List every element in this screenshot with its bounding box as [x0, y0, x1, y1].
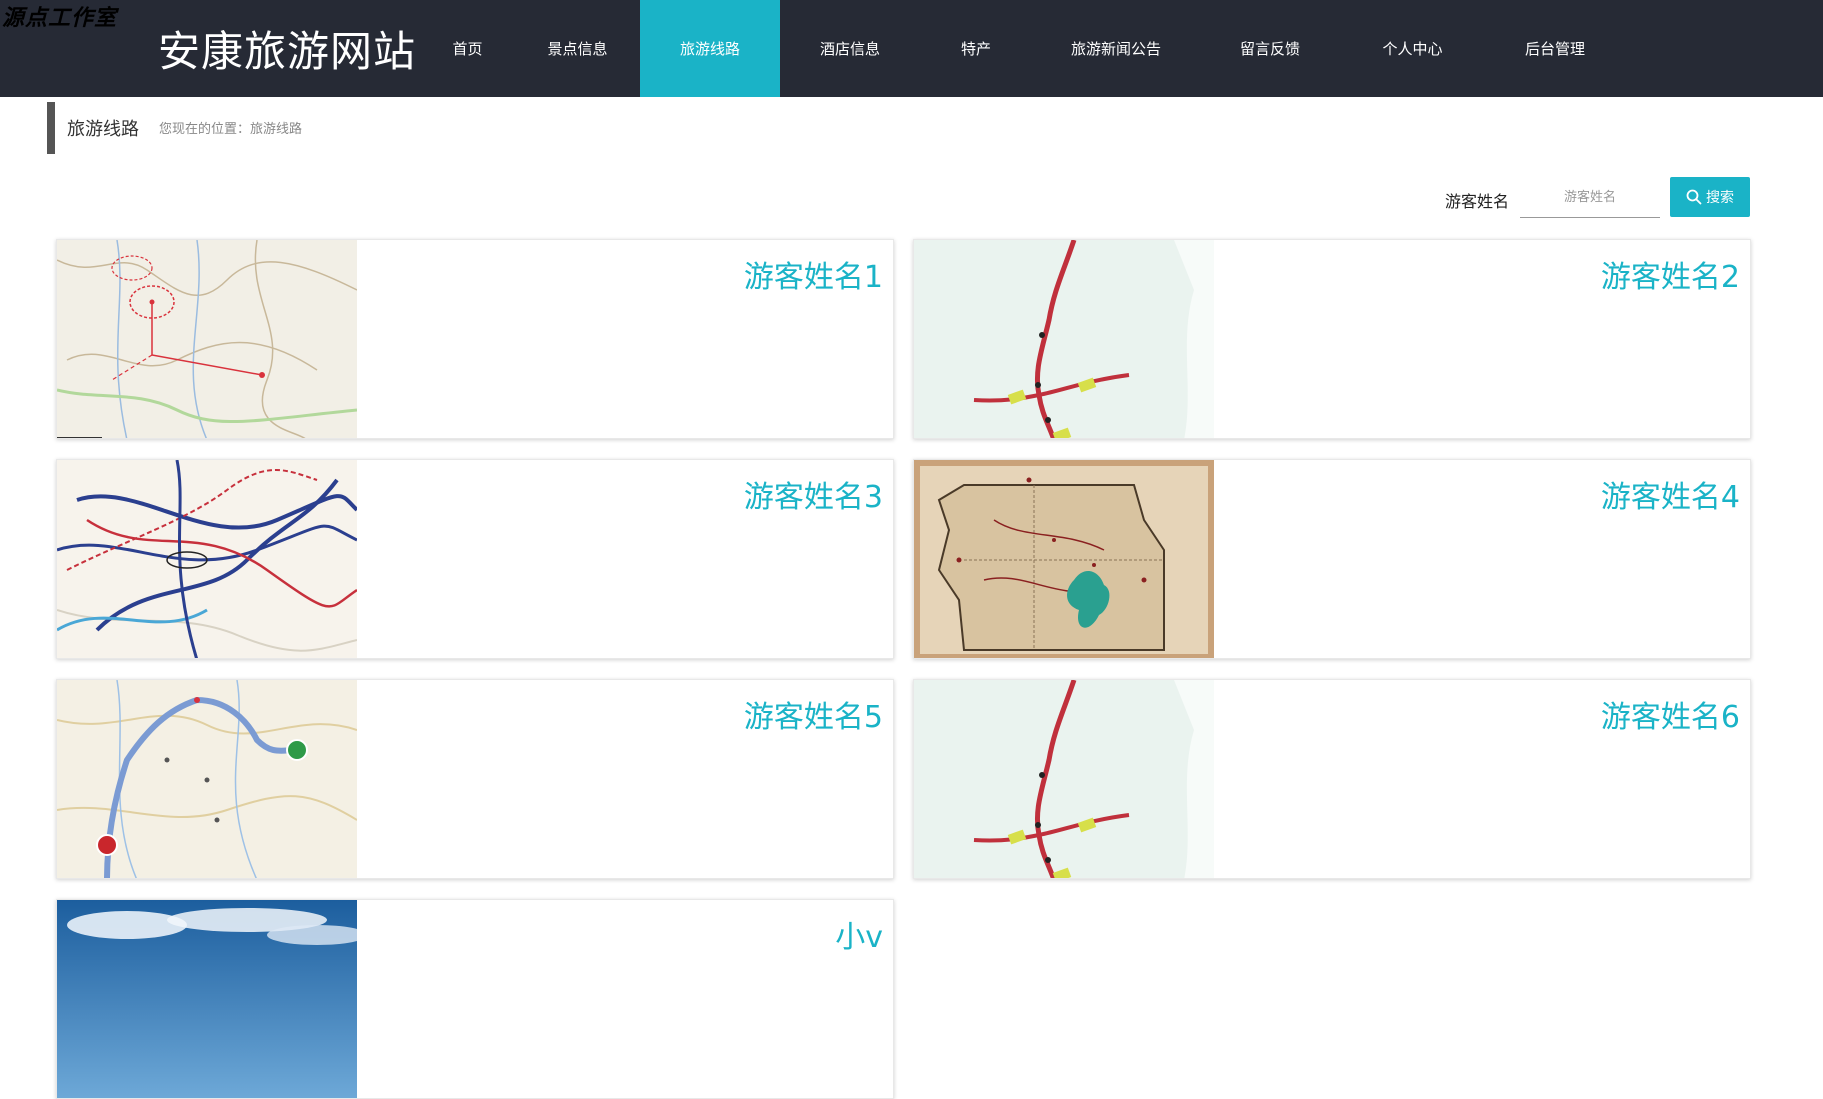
map-yunnan-route-icon[interactable]	[57, 240, 357, 438]
search-label: 游客姓名	[1445, 192, 1510, 211]
route-visitor-name: 游客姓名2	[1600, 260, 1740, 295]
route-card[interactable]: 游客姓名2	[913, 239, 1751, 439]
map-park-vintage-icon[interactable]	[914, 460, 1214, 658]
breadcrumb-prefix: 您现在的位置：	[159, 122, 251, 137]
breadcrumb: 您现在的位置：旅游线路	[159, 118, 302, 137]
site-title[interactable]: 安康旅游网站	[158, 18, 416, 79]
route-card[interactable]: 游客姓名6	[913, 679, 1751, 879]
route-visitor-name: 游客姓名3	[743, 480, 883, 515]
breadcrumb-marker	[47, 102, 55, 154]
nav-item-profile[interactable]: 个人中心	[1340, 0, 1485, 97]
nav-item-feedback[interactable]: 留言反馈	[1200, 0, 1340, 97]
page-title: 旅游线路	[67, 119, 139, 140]
map-historic-routes-icon[interactable]	[57, 460, 357, 658]
route-visitor-name: 游客姓名1	[743, 260, 883, 295]
route-visitor-name: 小v	[835, 920, 883, 955]
main-nav: 首页 景点信息 旅游线路 酒店信息 特产 旅游新闻公告 留言反馈 个人中心 后台…	[420, 0, 1625, 97]
route-card[interactable]: 小v	[56, 899, 894, 1099]
route-visitor-name: 游客姓名5	[743, 700, 883, 735]
nav-item-home[interactable]: 首页	[420, 0, 515, 97]
top-navigation-bar: 源点工作室 安康旅游网站 首页 景点信息 旅游线路 酒店信息 特产 旅游新闻公告…	[0, 0, 1823, 97]
route-card[interactable]: 游客姓名1	[56, 239, 894, 439]
nav-item-admin[interactable]: 后台管理	[1485, 0, 1625, 97]
route-card[interactable]: 游客姓名4	[913, 459, 1751, 659]
nav-item-news[interactable]: 旅游新闻公告	[1032, 0, 1200, 97]
nav-item-attractions[interactable]: 景点信息	[515, 0, 640, 97]
map-sichuan-route-icon[interactable]	[57, 680, 357, 878]
sky-clouds-photo-icon[interactable]	[57, 900, 357, 1098]
nav-item-hotels[interactable]: 酒店信息	[780, 0, 920, 97]
map-red-highway-icon[interactable]	[914, 240, 1214, 438]
search-input[interactable]	[1520, 178, 1660, 218]
breadcrumb-current[interactable]: 旅游线路	[250, 122, 302, 137]
search-icon	[1686, 189, 1702, 205]
route-visitor-name: 游客姓名4	[1600, 480, 1740, 515]
search-button[interactable]: 搜索	[1670, 177, 1750, 217]
map-red-highway-icon[interactable]	[914, 680, 1214, 878]
search-button-label: 搜索	[1706, 190, 1734, 206]
route-card[interactable]: 游客姓名5	[56, 679, 894, 879]
route-card[interactable]: 游客姓名3	[56, 459, 894, 659]
watermark-text: 源点工作室	[2, 5, 118, 31]
nav-item-specialties[interactable]: 特产	[920, 0, 1032, 97]
route-visitor-name: 游客姓名6	[1600, 700, 1740, 735]
nav-item-routes[interactable]: 旅游线路	[640, 0, 780, 97]
